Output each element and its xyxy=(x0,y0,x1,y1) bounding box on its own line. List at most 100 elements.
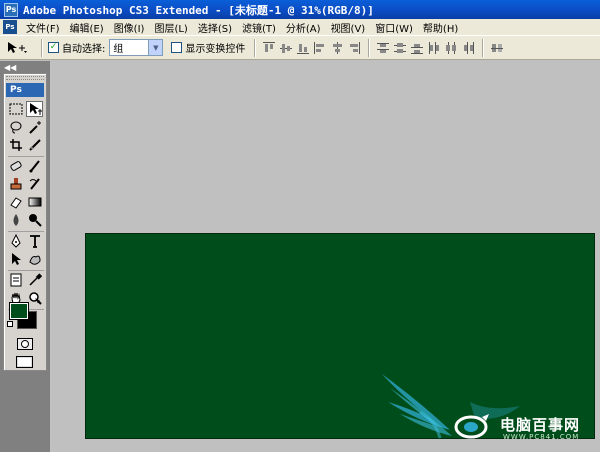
healing-brush-icon xyxy=(9,161,22,171)
notes-tool-button[interactable] xyxy=(7,272,24,288)
tool-divider xyxy=(8,231,44,232)
eraser-tool-button[interactable] xyxy=(7,194,24,210)
gradient-tool-button[interactable] xyxy=(26,194,43,210)
eraser-icon xyxy=(9,197,22,209)
align-vertical-center-icon xyxy=(280,43,293,53)
default-colors-icon[interactable] xyxy=(7,321,13,327)
menu-layer[interactable]: 图层(L) xyxy=(149,20,192,35)
lasso-icon xyxy=(10,121,21,134)
distribute-left-button[interactable] xyxy=(426,40,442,56)
show-transform-checkbox[interactable] xyxy=(171,42,183,53)
type-tool-button[interactable] xyxy=(26,233,43,249)
dodge-tool-button[interactable] xyxy=(26,212,43,228)
align-vcenter-button[interactable] xyxy=(278,40,294,56)
slice-icon xyxy=(28,139,41,151)
menu-bar: Ps 文件(F) 编辑(E) 图像(I) 图层(L) 选择(S) 滤镜(T) 分… xyxy=(0,19,600,35)
history-brush-icon xyxy=(29,178,40,190)
distribute-bottom-icon xyxy=(411,43,424,54)
menu-help[interactable]: 帮助(H) xyxy=(418,20,463,35)
menu-image[interactable]: 图像(I) xyxy=(109,20,150,35)
ps-logo[interactable]: Ps xyxy=(6,83,44,97)
quick-mask-button[interactable] xyxy=(16,336,33,352)
clone-stamp-icon xyxy=(10,178,21,190)
crop-icon xyxy=(9,139,22,151)
distribute-top-button[interactable] xyxy=(375,40,391,56)
align-left-button[interactable] xyxy=(312,40,328,56)
watermark-logo-icon xyxy=(454,414,489,439)
distribute-vcenter-button[interactable] xyxy=(392,40,408,56)
tool-divider xyxy=(8,156,44,157)
magic-wand-tool-button[interactable] xyxy=(26,119,43,135)
options-separator xyxy=(254,38,257,57)
menu-analysis[interactable]: 分析(A) xyxy=(281,20,326,35)
auto-select-label: 自动选择: xyxy=(62,44,106,55)
brush-icon xyxy=(29,160,40,173)
slice-tool-button[interactable] xyxy=(26,137,43,153)
gradient-icon xyxy=(28,197,41,207)
auto-align-icon xyxy=(491,43,504,52)
options-separator xyxy=(482,38,485,57)
swap-colors-icon[interactable]: ↘ xyxy=(34,296,41,305)
align-bottom-button[interactable] xyxy=(295,40,311,56)
shape-tool-button[interactable] xyxy=(26,251,43,267)
align-bottom-icon xyxy=(297,43,310,54)
distribute-bottom-button[interactable] xyxy=(409,40,425,56)
blur-icon xyxy=(13,214,18,226)
align-right-icon xyxy=(350,41,361,54)
pen-tool-button[interactable] xyxy=(7,233,24,249)
crop-tool-button[interactable] xyxy=(7,137,24,153)
eyedropper-tool-button[interactable] xyxy=(26,272,43,288)
custom-shape-icon xyxy=(28,255,41,265)
align-right-button[interactable] xyxy=(346,40,362,56)
align-left-icon xyxy=(314,41,325,54)
toolbox-grip[interactable] xyxy=(6,76,44,80)
distribute-left-icon xyxy=(429,41,440,54)
menu-edit[interactable]: 编辑(E) xyxy=(65,20,109,35)
notes-icon xyxy=(10,273,21,287)
menu-window[interactable]: 窗口(W) xyxy=(370,20,418,35)
marquee-icon xyxy=(9,103,22,115)
type-icon xyxy=(29,235,40,248)
tool-preset-picker[interactable] xyxy=(6,39,36,57)
chevron-down-icon: ▼ xyxy=(148,40,163,55)
path-selection-tool-button[interactable] xyxy=(7,251,24,267)
marquee-tool-button[interactable] xyxy=(7,101,24,117)
move-tool-icon xyxy=(8,41,27,53)
screen-mode-button[interactable] xyxy=(16,354,33,370)
menu-file[interactable]: 文件(F) xyxy=(21,20,65,35)
distribute-right-button[interactable] xyxy=(460,40,476,56)
watermark-site-name: 电脑百事网 xyxy=(500,416,581,434)
menu-filter[interactable]: 滤镜(T) xyxy=(237,20,281,35)
document-menu-icon[interactable]: Ps xyxy=(3,20,17,34)
menu-select[interactable]: 选择(S) xyxy=(193,20,237,35)
screen-mode-icon xyxy=(16,355,33,368)
lasso-tool-button[interactable] xyxy=(7,119,24,135)
distribute-horizontal-center-icon xyxy=(446,41,457,54)
clone-stamp-tool-button[interactable] xyxy=(7,176,24,192)
watermark-url: WWW.PC841.COM xyxy=(503,433,580,441)
distribute-hcenter-button[interactable] xyxy=(443,40,459,56)
distribute-vertical-center-icon xyxy=(394,42,407,53)
options-bar: ✓ 自动选择: 组 ▼ 显示变换控件 xyxy=(0,35,600,60)
eyedropper-icon xyxy=(28,273,42,286)
history-brush-tool-button[interactable] xyxy=(26,176,43,192)
align-top-icon xyxy=(263,41,276,52)
align-hcenter-button[interactable] xyxy=(329,40,345,56)
move-icon xyxy=(29,103,42,115)
align-horizontal-center-icon xyxy=(333,41,343,54)
tool-divider xyxy=(8,270,44,271)
auto-select-dropdown[interactable]: 组 ▼ xyxy=(109,39,164,56)
move-tool-button[interactable] xyxy=(26,101,43,117)
brush-tool-button[interactable] xyxy=(26,158,43,174)
healing-brush-tool-button[interactable] xyxy=(7,158,24,174)
blur-tool-button[interactable] xyxy=(7,212,24,228)
auto-align-layers-button[interactable] xyxy=(489,40,505,56)
auto-select-checkbox[interactable]: ✓ xyxy=(48,42,59,53)
menu-view[interactable]: 视图(V) xyxy=(326,20,371,35)
collapse-chevron-icon[interactable]: ◀◀ xyxy=(4,63,16,72)
foreground-color-swatch[interactable] xyxy=(9,302,29,320)
photoshop-app-icon[interactable]: Ps xyxy=(4,2,18,17)
align-top-button[interactable] xyxy=(261,40,277,56)
toolbox: Ps ↘ xyxy=(3,73,47,371)
window-title: Adobe Photoshop CS3 Extended - [未标题-1 @ … xyxy=(23,3,374,17)
